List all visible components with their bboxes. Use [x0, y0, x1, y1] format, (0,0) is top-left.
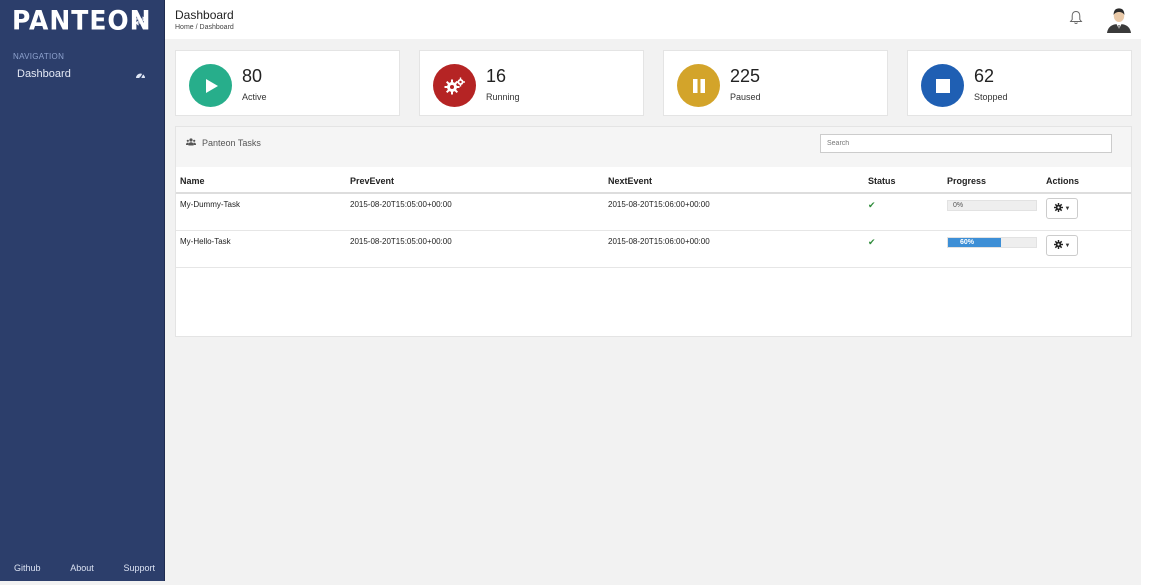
- logo[interactable]: PANTEON: [12, 5, 152, 35]
- task-actions-button[interactable]: ▼: [1046, 198, 1078, 219]
- breadcrumb-home[interactable]: Home: [175, 24, 194, 31]
- stat-value: 80: [242, 66, 263, 86]
- sidebar-item-dashboard[interactable]: Dashboard: [0, 62, 164, 86]
- table-row: My-Dummy-Task 2015-08-20T15:05:00+00:00 …: [176, 194, 1131, 231]
- breadcrumb-current: Dashboard: [199, 24, 234, 31]
- sidebar-footer: Github About Support: [0, 563, 165, 573]
- table-header: Name PrevEvent NextEvent Status Progress…: [176, 175, 1131, 194]
- stat-value: 16: [486, 66, 507, 86]
- topbar: Dashboard Home / Dashboard: [165, 0, 1141, 39]
- github-link[interactable]: Github: [14, 563, 41, 573]
- nav-heading: NAVIGATION: [13, 52, 65, 61]
- task-next-event: 2015-08-20T15:06:00+00:00: [608, 200, 710, 209]
- stat-value: 225: [730, 66, 761, 86]
- gears-icon: [433, 64, 476, 107]
- panel-title: Panteon Tasks: [186, 138, 261, 148]
- users-icon: [186, 138, 196, 148]
- tasks-panel: Panteon Tasks Name PrevEvent NextEvent S…: [175, 126, 1132, 337]
- progress-label: 60%: [960, 239, 975, 246]
- progress-label: 0%: [953, 202, 964, 209]
- pause-icon: [677, 64, 720, 107]
- task-prev-event: 2015-08-20T15:05:00+00:00: [350, 200, 452, 209]
- stat-label: Paused: [730, 92, 761, 102]
- progress-fill: [948, 238, 1001, 247]
- check-icon: ✔: [868, 200, 876, 210]
- caret-down-icon: ▼: [1064, 242, 1071, 249]
- sidebar-item-label: Dashboard: [17, 68, 71, 80]
- about-link[interactable]: About: [70, 563, 94, 573]
- support-link[interactable]: Support: [123, 563, 155, 573]
- brand: PANTEON ⇄: [0, 0, 164, 40]
- gear-icon: [1053, 239, 1063, 252]
- stat-card-running: 16 Running: [419, 50, 644, 116]
- column-header-status[interactable]: Status: [868, 176, 896, 186]
- breadcrumb: Home / Dashboard: [175, 24, 234, 31]
- stat-card-stopped: 62 Stopped: [907, 50, 1132, 116]
- play-icon: [189, 64, 232, 107]
- stat-label: Active: [242, 92, 267, 102]
- stat-label: Stopped: [974, 92, 1008, 102]
- stat-label: Running: [486, 92, 520, 102]
- window-edge: [1141, 0, 1151, 585]
- task-name: My-Dummy-Task: [180, 200, 240, 209]
- stat-card-paused: 225 Paused: [663, 50, 888, 116]
- task-next-event: 2015-08-20T15:06:00+00:00: [608, 237, 710, 246]
- column-header-actions: Actions: [1046, 176, 1080, 186]
- dashboard-icon: [135, 70, 146, 79]
- check-icon: ✔: [868, 237, 876, 247]
- column-header-nextevent[interactable]: NextEvent: [608, 176, 652, 186]
- progress-bar: 60%: [947, 237, 1037, 248]
- table-row: My-Hello-Task 2015-08-20T15:05:00+00:00 …: [176, 231, 1131, 268]
- column-header-progress[interactable]: Progress: [947, 176, 986, 186]
- stat-card-active: 80 Active: [175, 50, 400, 116]
- task-prev-event: 2015-08-20T15:05:00+00:00: [350, 237, 452, 246]
- panel-title-text: Panteon Tasks: [202, 138, 261, 148]
- stat-value: 62: [974, 66, 995, 86]
- bell-icon[interactable]: [1069, 10, 1083, 28]
- sidebar: PANTEON ⇄ NAVIGATION Dashboard Github Ab…: [0, 0, 165, 581]
- caret-down-icon: ▼: [1064, 205, 1071, 212]
- search-input[interactable]: [820, 134, 1112, 153]
- page-title: Dashboard: [175, 8, 234, 22]
- avatar[interactable]: [1105, 5, 1133, 33]
- column-header-prevevent[interactable]: PrevEvent: [350, 176, 394, 186]
- column-header-name[interactable]: Name: [180, 176, 205, 186]
- task-actions-button[interactable]: ▼: [1046, 235, 1078, 256]
- breadcrumb-separator: /: [195, 24, 198, 31]
- gear-icon: [1053, 202, 1063, 215]
- tasks-panel-header: Panteon Tasks: [176, 127, 1131, 167]
- toggle-sidebar-icon[interactable]: ⇄: [135, 13, 146, 29]
- stop-icon: [921, 64, 964, 107]
- progress-bar: 0%: [947, 200, 1037, 211]
- task-name: My-Hello-Task: [180, 237, 231, 246]
